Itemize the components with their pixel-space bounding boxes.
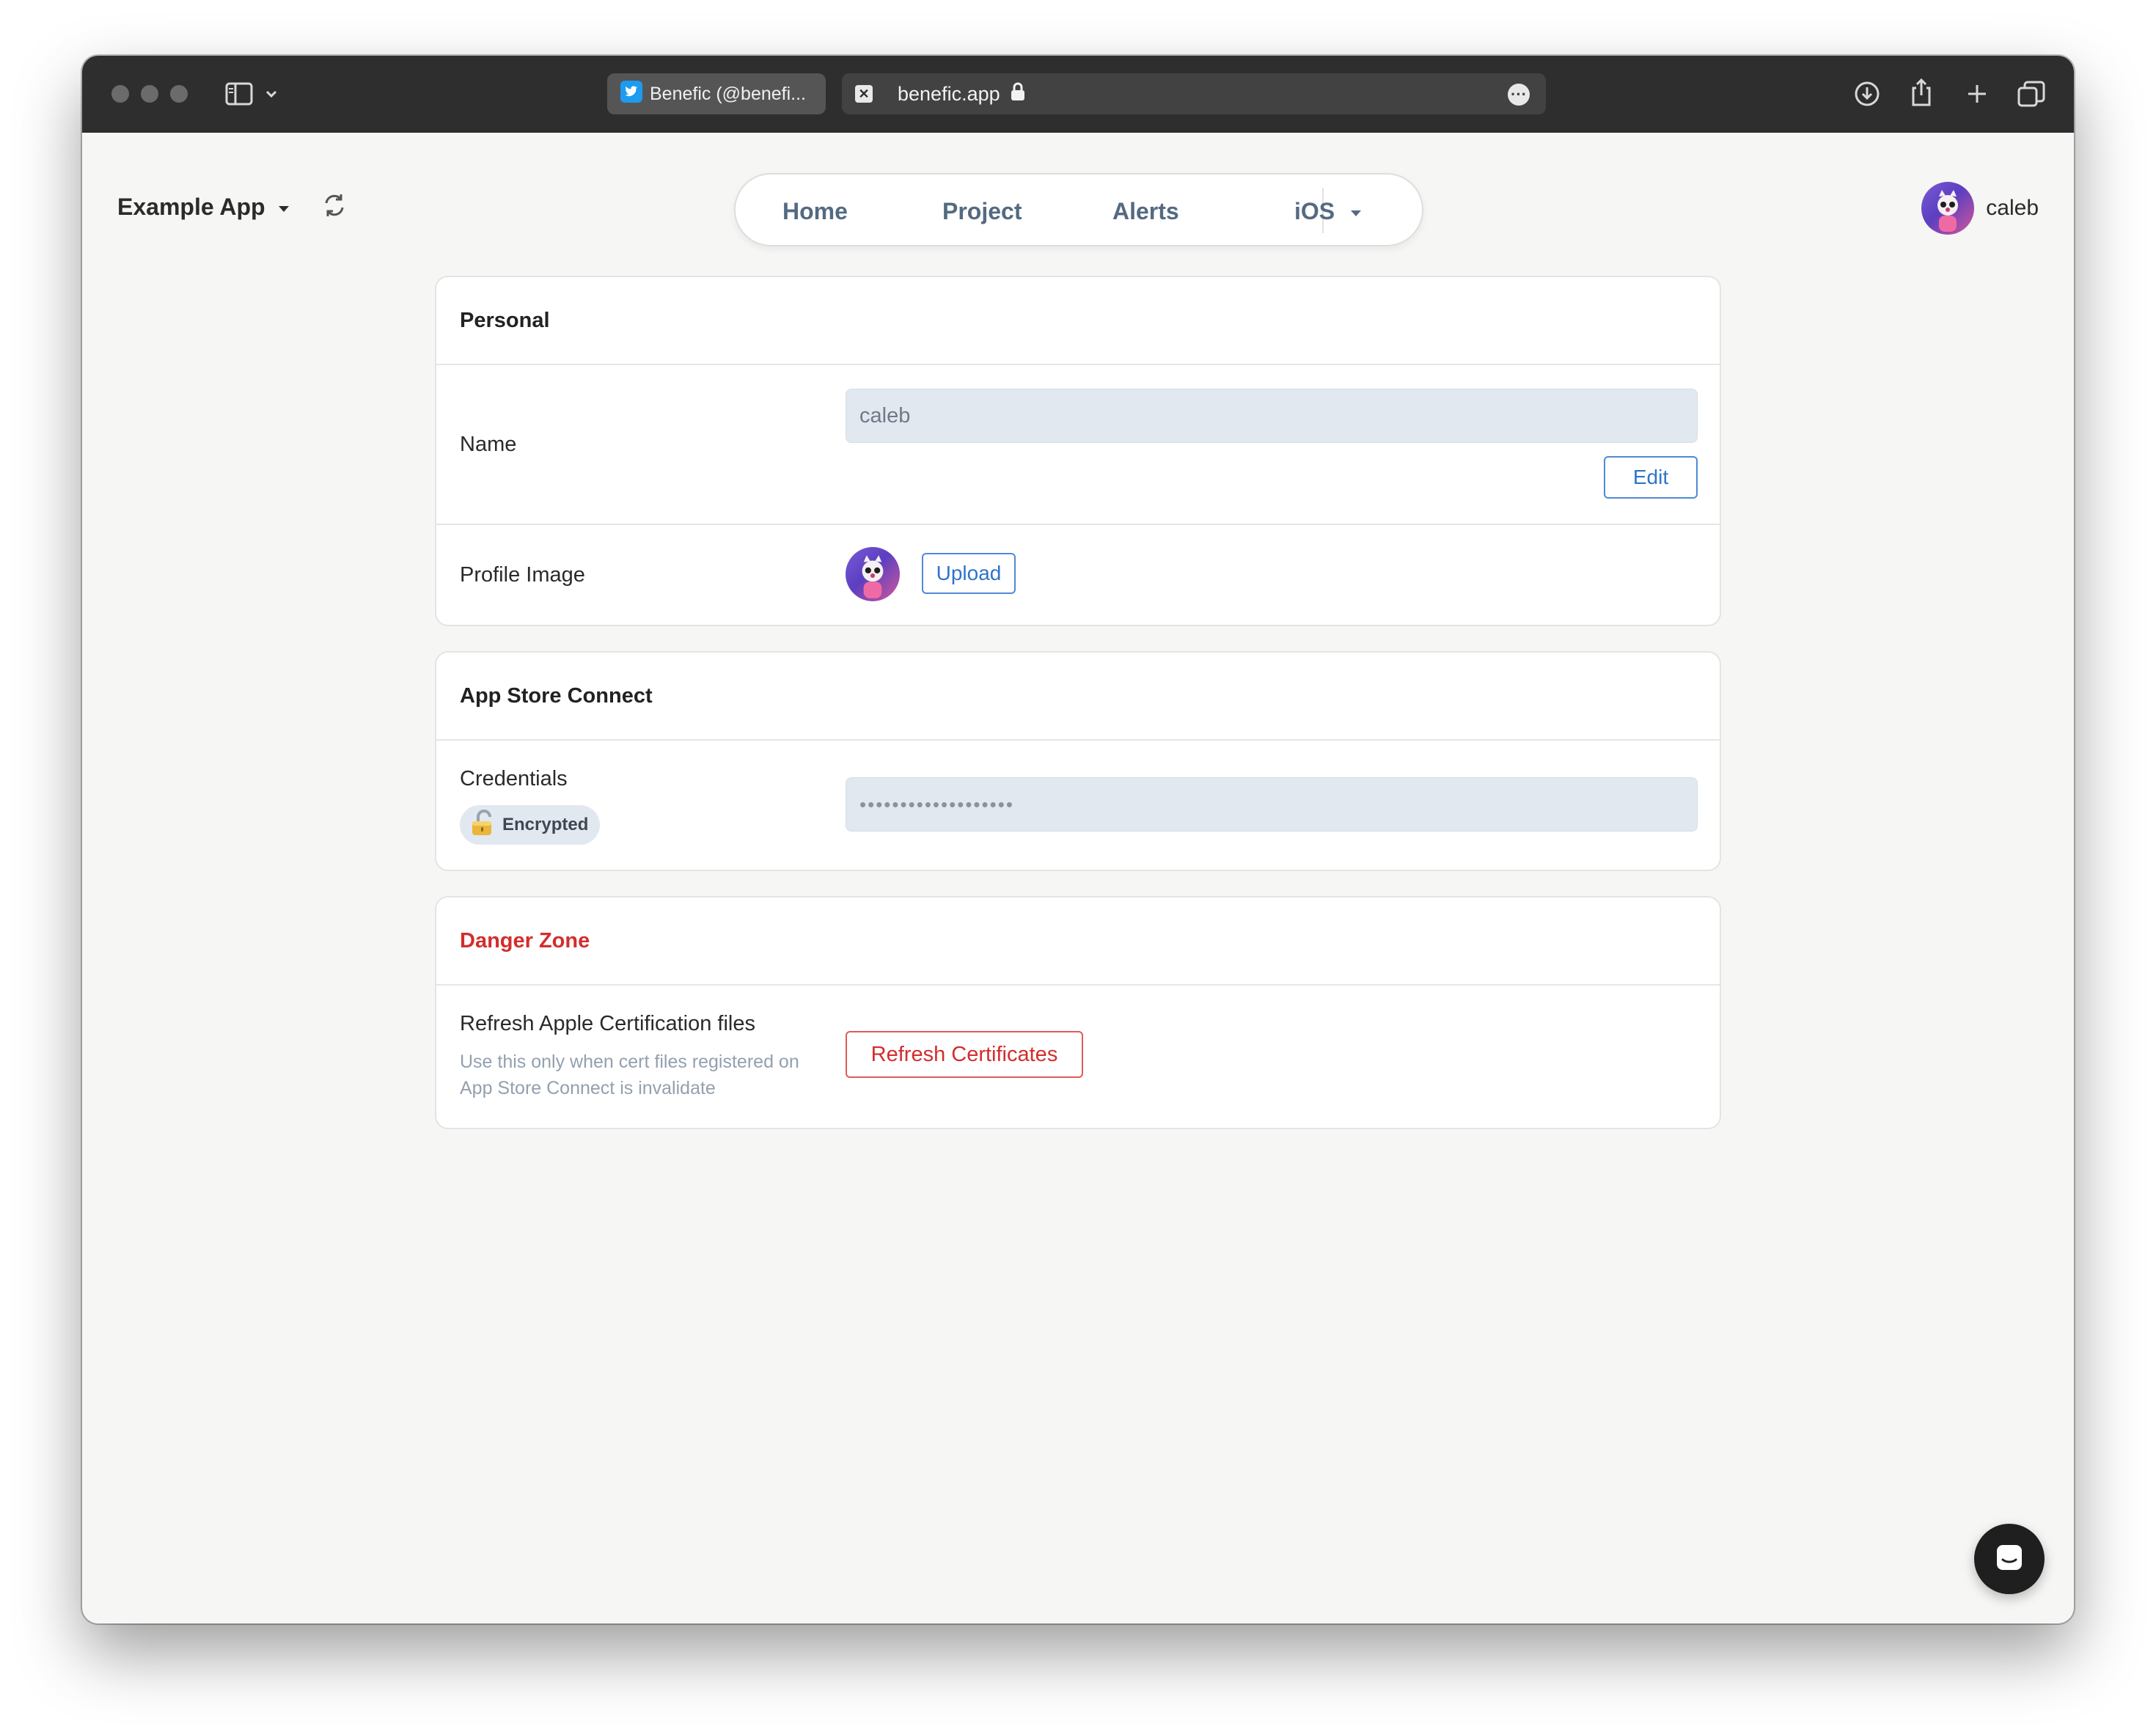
chevron-down-icon [278,205,289,212]
refresh-icon[interactable] [320,191,349,220]
browser-toolbar: Benefic (@benefi... ✕ benefic.app ··· [82,56,2074,133]
plus-icon[interactable] [1962,79,1992,109]
twitter-icon [620,80,642,108]
name-field[interactable]: caleb [846,389,1698,443]
tabs-icon[interactable] [2015,79,2047,109]
avatar [1921,182,1975,235]
nav-home[interactable]: Home [782,198,848,225]
app-store-connect-card: App Store Connect Credentials Encrypted … [435,651,1721,871]
lock-emoji-icon [470,809,496,842]
browser-window: Benefic (@benefi... ✕ benefic.app ··· Ex… [82,56,2074,1623]
personal-card-title: Personal [436,277,1720,365]
address-bar[interactable]: ✕ benefic.app ··· [842,73,1546,114]
lock-icon [1011,82,1025,106]
refresh-certificates-button[interactable]: Refresh Certificates [846,1031,1083,1078]
nav-platform-dropdown[interactable]: iOS [1294,198,1362,225]
refresh-cert-label: Refresh Apple Certification files [460,1012,755,1035]
profile-image-avatar [846,547,900,601]
platform-label: iOS [1294,198,1335,224]
tab-benefic-twitter[interactable]: Benefic (@benefi... [607,73,826,114]
name-row: Name caleb Edit [436,365,1720,525]
credentials-label: Credentials [460,767,568,790]
more-icon[interactable]: ··· [1508,84,1530,106]
zoom-window-button[interactable] [170,85,188,103]
sidebar-icon[interactable] [224,81,254,107]
upload-button[interactable]: Upload [922,553,1016,594]
tab-title: Benefic (@benefi... [650,83,806,104]
user-menu[interactable]: caleb [1921,182,2039,235]
name-label: Name [460,433,517,456]
danger-zone-title: Danger Zone [436,898,1720,986]
minimize-window-button[interactable] [141,85,158,103]
close-icon: ✕ [855,85,873,103]
profile-image-row: Profile Image Upload [436,525,1720,625]
personal-card: Personal Name caleb Edit Profile Image U… [435,276,1721,626]
edit-button[interactable]: Edit [1604,456,1698,499]
close-window-button[interactable] [111,85,129,103]
encrypted-label: Encrypted [502,815,589,834]
main-nav: Home Project Alerts iOS [734,173,1423,246]
download-icon[interactable] [1852,79,1882,109]
danger-zone-card: Danger Zone Refresh Apple Certification … [435,896,1721,1129]
user-name: caleb [1986,196,2039,220]
app-name: Example App [117,194,265,220]
url-text: benefic.app [898,82,1000,105]
app-switcher[interactable]: Example App [117,194,289,221]
refresh-cert-row: Refresh Apple Certification files Use th… [436,986,1720,1129]
share-icon[interactable] [1907,76,1936,109]
credentials-masked-value: ••••••••••••••••••• [859,793,1014,815]
nav-alerts[interactable]: Alerts [1112,198,1179,225]
nav-project[interactable]: Project [942,198,1022,225]
credentials-row: Credentials Encrypted ••••••••••••••••••… [436,741,1720,871]
credentials-field[interactable]: ••••••••••••••••••• [846,777,1698,832]
chat-launcher[interactable] [1974,1524,2045,1594]
encrypted-badge: Encrypted [460,805,601,845]
chevron-down-icon [1351,210,1362,216]
chat-icon [1994,1542,2025,1577]
profile-image-label: Profile Image [460,563,585,587]
refresh-cert-hint: Use this only when cert files registered… [460,1052,799,1098]
chevron-down-icon[interactable] [263,85,280,103]
app-store-connect-title: App Store Connect [436,653,1720,741]
